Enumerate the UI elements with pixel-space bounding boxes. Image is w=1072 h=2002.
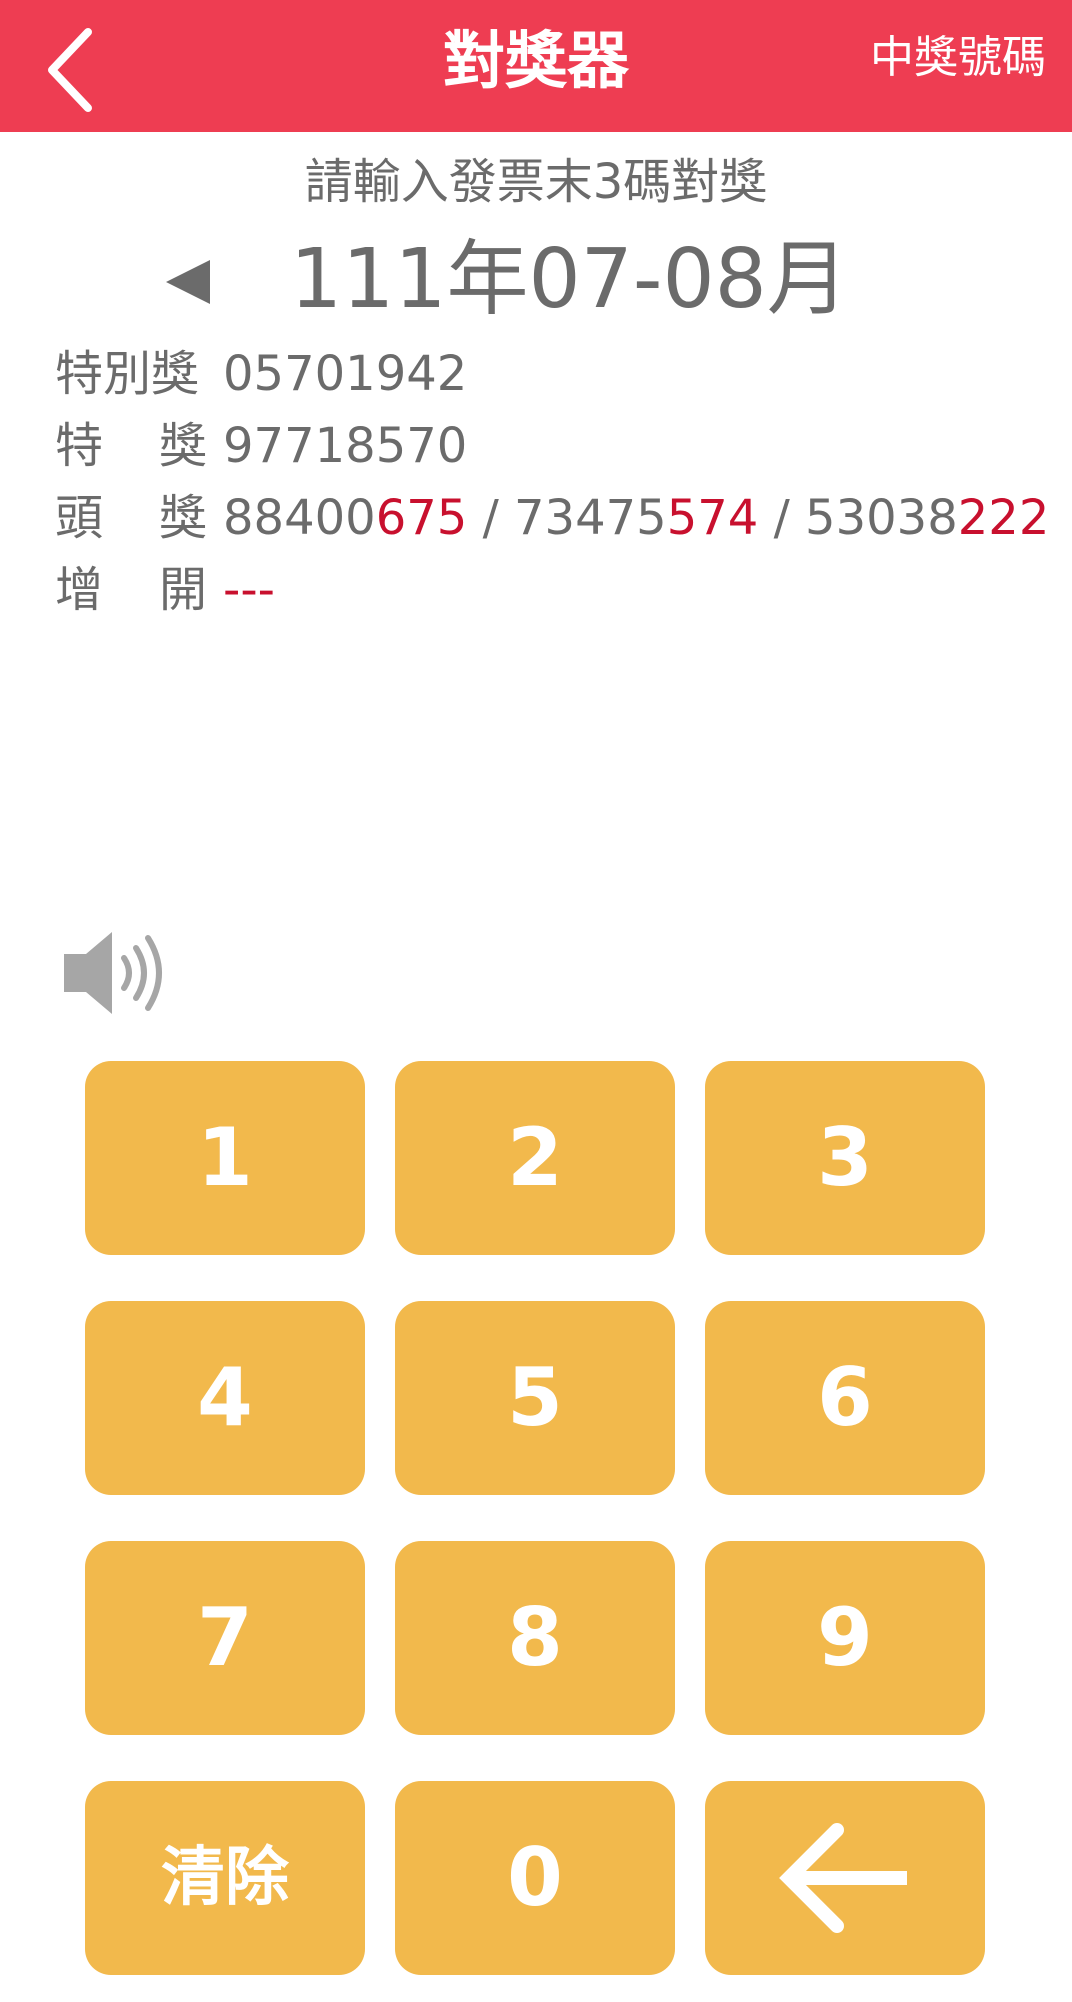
left-triangle-icon [166,260,210,304]
grand-prize-label-char: 獎 [159,418,208,474]
key-6[interactable]: 6 [705,1301,985,1495]
key-4[interactable]: 4 [85,1301,365,1495]
first-prize-label-char: 獎 [159,490,208,546]
backspace-arrow-icon [779,1823,907,1933]
special-prize-label: 特別獎 [55,346,200,402]
grand-prize-label-char: 特 [55,418,104,474]
prize-list: 特別獎 05701942 特獎 97718570 頭獎 88400675 / 7347… [55,338,1049,626]
first-prize-numbers: 88400675 / 73475574 / 53038222 [223,482,1049,554]
back-button[interactable] [38,14,134,118]
key-8[interactable]: 8 [395,1541,675,1735]
first-prize-number-prefix: 88400 [223,490,376,546]
chevron-left-icon [48,28,92,112]
first-prize-number-prefix: 73475 [514,490,667,546]
period-label: 111年07-08月 [290,232,849,327]
number-separator: / [758,490,806,546]
prev-period-button[interactable] [160,254,216,310]
sound-toggle-button[interactable] [60,928,168,1018]
extra-prize-label: 增開 [55,554,223,626]
extra-prize-label-char: 增 [55,562,104,618]
period-selector: 111年07-08月 [0,228,1072,332]
first-prize-number-suffix: 675 [375,490,468,546]
first-prize-number-suffix: 222 [957,490,1050,546]
key-2[interactable]: 2 [395,1061,675,1255]
key-7[interactable]: 7 [85,1541,365,1735]
app-header: 對獎器 中獎號碼 [0,0,1072,132]
instruction-text: 請輸入發票末3碼對獎 [304,154,768,210]
key-3[interactable]: 3 [705,1061,985,1255]
extra-prize-value: --- [223,562,275,618]
extra-prize-row: 增開 --- [55,554,1045,626]
backspace-button[interactable] [705,1781,985,1975]
first-prize-label: 頭獎 [55,482,223,554]
key-5[interactable]: 5 [395,1301,675,1495]
key-1[interactable]: 1 [85,1061,365,1255]
key-9[interactable]: 9 [705,1541,985,1735]
special-prize-number: 05701942 [223,346,468,402]
first-prize-row: 頭獎 88400675 / 73475574 / 53038222 [55,482,1049,554]
clear-button[interactable]: 清除 [85,1781,365,1975]
grand-prize-number: 97718570 [223,418,468,474]
special-prize-row: 特別獎 05701942 [55,338,1045,410]
grand-prize-row: 特獎 97718570 [55,410,1045,482]
winning-numbers-link[interactable]: 中獎號碼 [870,26,1046,90]
number-separator: / [467,490,515,546]
extra-prize-label-char: 開 [159,562,208,618]
grand-prize-label: 特獎 [55,410,223,482]
first-prize-number-suffix: 574 [666,490,759,546]
key-0[interactable]: 0 [395,1781,675,1975]
first-prize-number-prefix: 53038 [805,490,958,546]
first-prize-label-char: 頭 [55,490,104,546]
speaker-icon [64,932,162,1014]
